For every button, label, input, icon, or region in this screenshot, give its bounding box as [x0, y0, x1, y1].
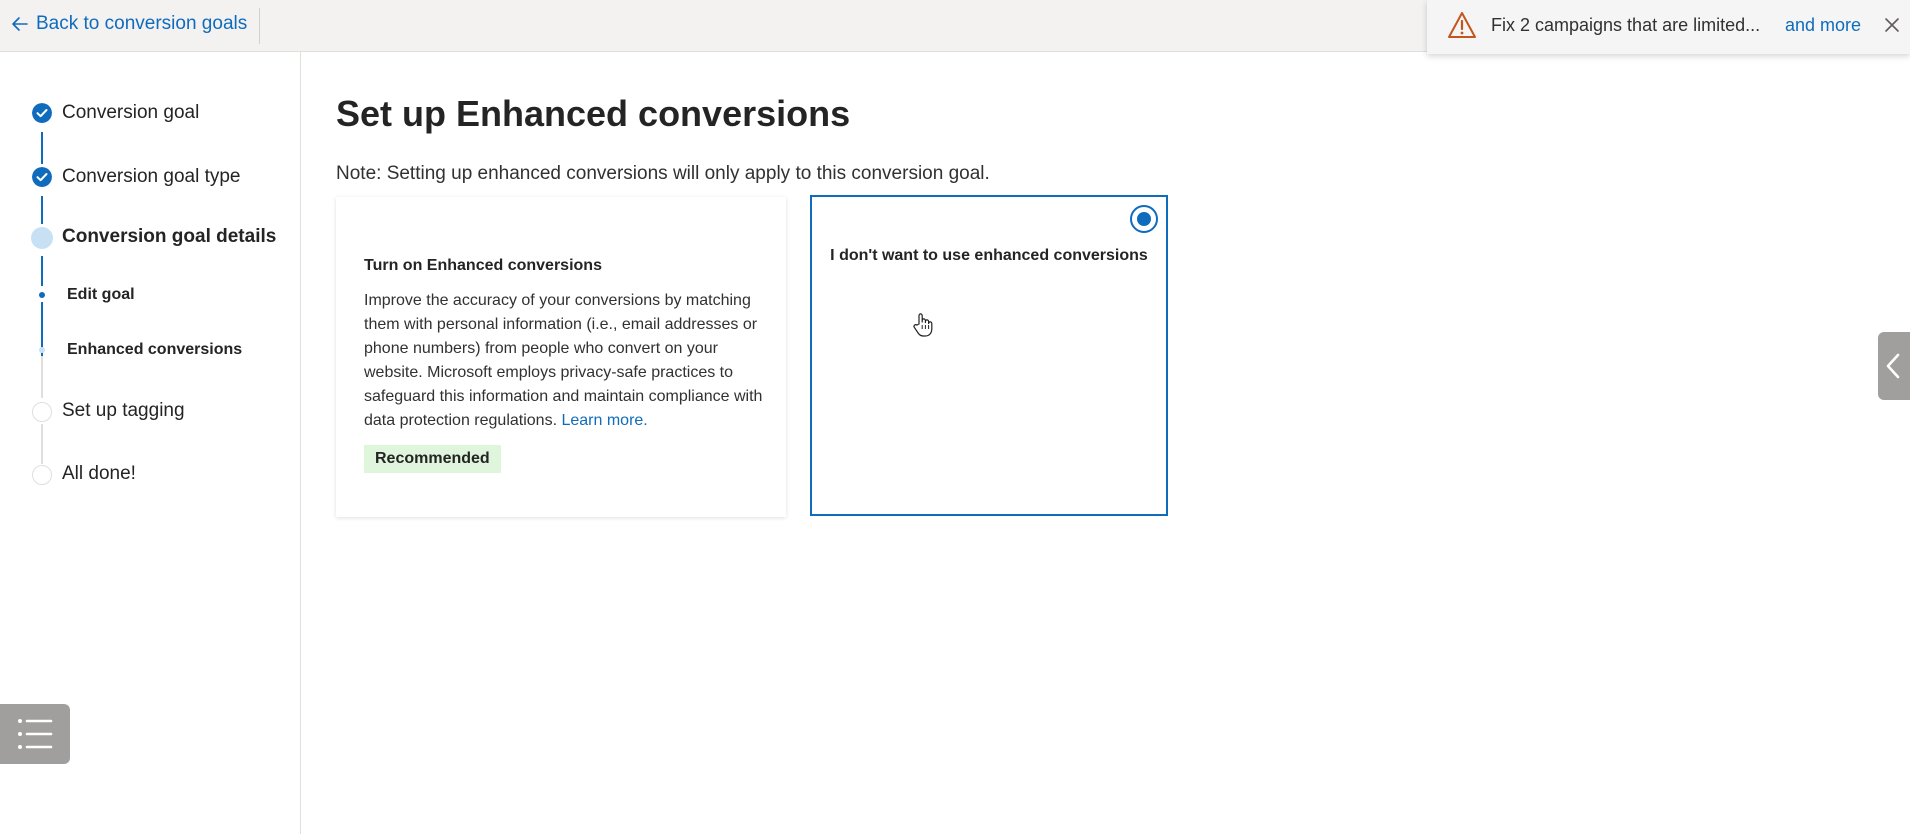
recommended-badge: Recommended: [364, 445, 501, 473]
step-connector: [41, 356, 43, 398]
warning-icon: [1448, 12, 1476, 38]
substep-label-edit-goal[interactable]: Edit goal: [67, 286, 135, 304]
option-title: I don't want to use enhanced conversions: [830, 247, 1148, 264]
option-description-text: Improve the accuracy of your conversions…: [364, 292, 763, 429]
page-title: Set up Enhanced conversions: [336, 93, 851, 134]
step-label-conversion-goal[interactable]: Conversion goal: [62, 102, 199, 124]
step-pending-indicator: [32, 465, 52, 485]
hand-pointer-cursor-icon: [913, 313, 933, 337]
page-note: Note: Setting up enhanced conversions wi…: [336, 163, 990, 184]
list-menu-icon: [18, 719, 53, 749]
campaign-alert-banner: Fix 2 campaigns that are limited... and …: [1427, 0, 1910, 54]
close-icon[interactable]: [1883, 16, 1901, 34]
step-connector: [41, 256, 43, 286]
option-card-no-enhanced[interactable]: I don't want to use enhanced conversions: [810, 195, 1168, 516]
alert-message: Fix 2 campaigns that are limited...: [1491, 15, 1761, 35]
progress-stepper: Conversion goal Conversion goal type Con…: [0, 52, 301, 834]
back-to-conversion-goals-link[interactable]: Back to conversion goals: [10, 0, 247, 48]
option-title: Turn on Enhanced conversions: [364, 257, 602, 274]
step-connector: [41, 132, 43, 164]
radio-selected[interactable]: [1130, 205, 1158, 233]
substep-dot: [39, 292, 45, 298]
option-description: Improve the accuracy of your conversions…: [364, 289, 764, 433]
step-label-set-up-tagging: Set up tagging: [62, 400, 185, 421]
back-link-label: Back to conversion goals: [36, 13, 248, 34]
step-completed-check-icon: [32, 167, 52, 187]
step-pending-indicator: [32, 402, 52, 422]
chevron-left-icon: [1886, 353, 1900, 379]
divider: [259, 8, 260, 44]
option-card-turn-on-enhanced[interactable]: Turn on Enhanced conversions Improve the…: [336, 197, 786, 517]
step-connector: [41, 424, 43, 464]
learn-more-link[interactable]: Learn more.: [561, 412, 647, 429]
menu-toggle-button[interactable]: [0, 704, 70, 764]
step-current-indicator: [31, 227, 53, 249]
radio-selected-dot: [1137, 212, 1151, 226]
alert-and-more-link[interactable]: and more: [1785, 15, 1861, 36]
arrow-left-icon: [12, 17, 28, 31]
collapse-panel-tab[interactable]: [1878, 332, 1910, 400]
step-completed-check-icon: [32, 103, 52, 123]
substep-label-enhanced-conversions[interactable]: Enhanced conversions: [67, 341, 242, 359]
step-connector: [41, 196, 43, 224]
step-label-conversion-goal-details[interactable]: Conversion goal details: [62, 226, 276, 248]
step-label-conversion-goal-type[interactable]: Conversion goal type: [62, 166, 241, 188]
substep-dot: [39, 347, 45, 353]
step-label-all-done: All done!: [62, 463, 136, 484]
